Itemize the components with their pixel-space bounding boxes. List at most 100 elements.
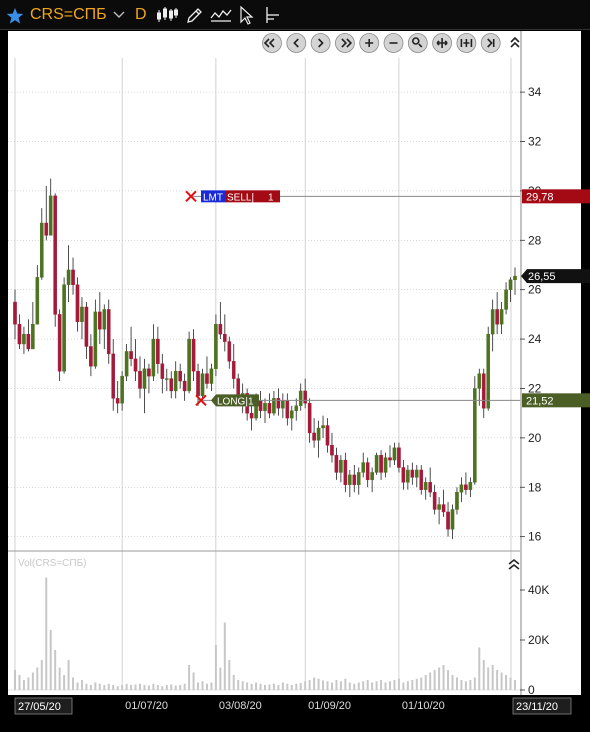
back-icon[interactable]: [286, 33, 307, 53]
period-label[interactable]: D: [135, 0, 147, 30]
volume-bar: [447, 670, 450, 690]
zoom-fit-icon[interactable]: [407, 33, 428, 53]
candle-body: [406, 469, 410, 483]
volume-bar: [478, 647, 481, 690]
volume-bar: [295, 683, 298, 690]
candle: [187, 331, 191, 394]
volume-bar: [27, 677, 30, 690]
volume-bar: [54, 650, 57, 690]
candle-body: [106, 309, 111, 355]
candle-body: [80, 306, 84, 322]
volume-bar: [380, 680, 383, 690]
candle-body: [307, 403, 312, 434]
candle-body: [343, 459, 348, 485]
volume-bar: [393, 680, 396, 690]
candle-body: [339, 459, 343, 473]
candle-body: [71, 269, 75, 285]
volume-bar: [228, 660, 231, 690]
volume-bar: [170, 684, 173, 690]
chart-area[interactable]: Vol(CRS=СПБ) 16182022242628303234 40K20K…: [0, 30, 590, 727]
rewind-icon[interactable]: [262, 33, 282, 53]
volume-bar: [299, 683, 302, 690]
volume-bar: [125, 683, 128, 690]
volume-bar: [156, 685, 159, 690]
pencil-icon[interactable]: [186, 0, 202, 30]
time-tick-label: 01/10/20: [402, 700, 445, 712]
candle-body: [468, 482, 473, 490]
candle-body: [303, 390, 307, 404]
volume-bar: [67, 660, 70, 690]
volume-bar: [469, 680, 472, 690]
candles-icon[interactable]: [156, 0, 178, 30]
volume-bar: [451, 675, 454, 690]
candle-body: [147, 368, 151, 377]
volume-bar: [147, 685, 150, 690]
sell-price-label: 29,78: [526, 191, 554, 203]
candle-body: [495, 309, 499, 325]
candle-body: [294, 405, 299, 411]
candle-body: [160, 363, 165, 379]
ruler-icon[interactable]: [264, 0, 282, 30]
candle-body: [164, 378, 169, 380]
volume-tick-label: 20K: [528, 633, 549, 647]
time-tick-label: 03/08/20: [219, 700, 262, 712]
volume-bar: [201, 681, 204, 690]
zoom-in-icon[interactable]: [359, 33, 380, 53]
candle-body: [334, 454, 339, 473]
volume-bar: [85, 683, 88, 690]
volume-bar: [424, 675, 427, 690]
candle-body: [182, 380, 187, 392]
volume-bar: [161, 686, 164, 690]
long-price-label: 21,52: [526, 395, 554, 407]
zoom-out-icon[interactable]: [383, 33, 404, 53]
expand-icon[interactable]: [432, 33, 453, 53]
volume-bar: [491, 665, 494, 690]
volume-bar: [402, 682, 405, 690]
compress-icon[interactable]: [456, 33, 477, 53]
star-icon[interactable]: [6, 1, 24, 31]
fast-forward-icon[interactable]: [334, 33, 355, 53]
symbol-label[interactable]: CRS=СПБ: [30, 0, 107, 30]
candle-body: [432, 491, 437, 510]
candle-body: [93, 311, 98, 367]
candle-body: [316, 427, 321, 441]
volume-bar: [313, 677, 316, 690]
candle-body: [129, 351, 133, 360]
candle-body: [401, 467, 406, 483]
candle-body: [365, 462, 370, 481]
volume-bar: [272, 683, 275, 690]
candle-body: [173, 370, 178, 392]
volume-bar: [339, 681, 342, 690]
chevron-down-icon[interactable]: [113, 0, 125, 30]
volume-bar: [165, 685, 168, 690]
candle-body: [490, 309, 495, 335]
price-chart[interactable]: Vol(CRS=СПБ) 16182022242628303234 40K20K…: [0, 30, 590, 727]
volume-bar: [80, 680, 83, 690]
candle-body: [39, 222, 44, 278]
candle-body: [312, 432, 316, 441]
candle-body: [124, 351, 129, 377]
volume-bar: [197, 682, 200, 690]
volume-bar: [286, 683, 289, 690]
end-icon[interactable]: [480, 33, 501, 53]
candle-body: [22, 333, 26, 345]
indicator-icon[interactable]: [210, 0, 232, 30]
candle-body: [200, 373, 205, 397]
candle-body: [214, 324, 218, 369]
forward-icon[interactable]: [310, 33, 331, 53]
volume-bar: [366, 680, 369, 690]
candle-body: [120, 375, 124, 404]
candle-body: [419, 469, 424, 490]
volume-bar: [98, 683, 101, 690]
candle-body: [499, 309, 504, 325]
candle-body: [281, 400, 285, 409]
start-date-label: 27/05/20: [18, 701, 61, 713]
candle-body: [330, 445, 334, 456]
volume-bar: [496, 670, 499, 690]
candle-body: [133, 358, 138, 372]
volume-bar: [406, 681, 409, 690]
volume-bar: [72, 677, 75, 690]
candle-body: [89, 346, 93, 367]
volume-bar: [330, 682, 333, 690]
cursor-icon[interactable]: [238, 0, 254, 30]
